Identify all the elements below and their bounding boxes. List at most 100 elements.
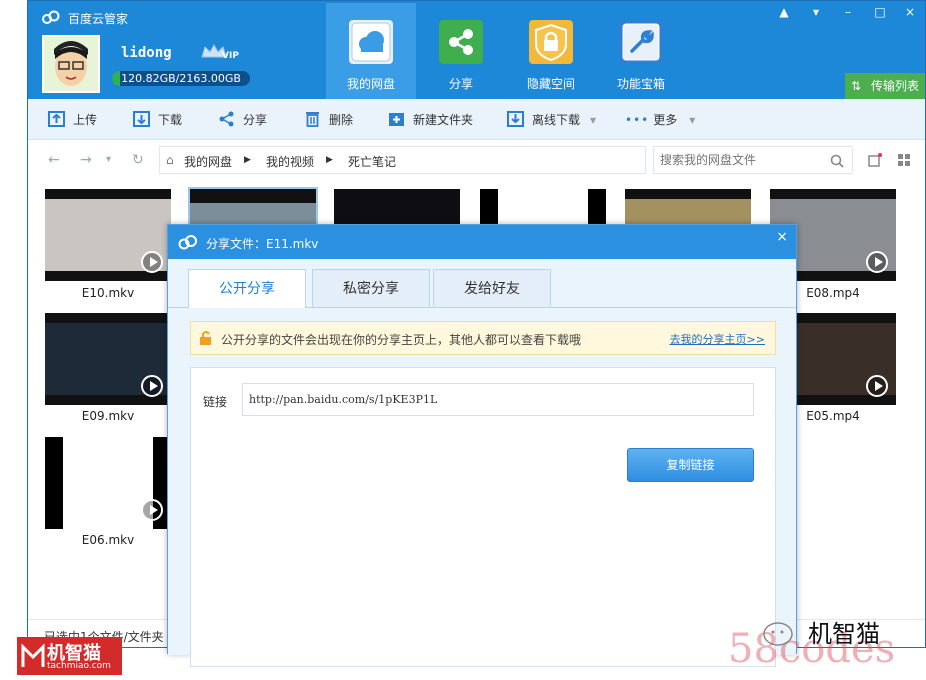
breadcrumb-item[interactable]: 死亡笔记	[348, 153, 396, 170]
upload-label: 上传	[73, 113, 98, 127]
brand-cat-icon	[21, 643, 45, 667]
breadcrumb-separator-icon: ▶	[326, 155, 333, 165]
new-folder-button[interactable]: 新建文件夹	[388, 111, 473, 129]
play-icon[interactable]	[141, 375, 163, 397]
file-thumbnail[interactable]	[45, 437, 171, 529]
vip-crown-icon: VIP	[201, 43, 239, 61]
nav-my-disk[interactable]: 我的网盘	[326, 3, 416, 99]
upload-button[interactable]: 上传	[48, 111, 97, 129]
play-icon[interactable]	[141, 251, 163, 273]
refresh-icon[interactable]: ↻	[132, 152, 144, 168]
forward-icon[interactable]: →	[80, 152, 92, 168]
menu-button[interactable]: ▾	[801, 2, 831, 22]
nav-label: 我的网盘	[346, 77, 395, 91]
nav-label: 功能宝箱	[616, 77, 665, 91]
delete-button[interactable]: 删除	[304, 111, 353, 129]
wrench-icon	[619, 20, 663, 64]
offline-download-button[interactable]: 离线下载 ▾	[507, 111, 596, 129]
more-button[interactable]: ••• 更多 ▾	[625, 111, 695, 129]
list-view-icon[interactable]	[868, 153, 882, 167]
play-icon[interactable]	[866, 375, 888, 397]
share-label: 分享	[243, 113, 268, 127]
breadcrumb-item[interactable]: 我的网盘	[184, 153, 232, 170]
offline-download-icon	[507, 111, 524, 127]
breadcrumb: ⌂ 我的网盘 ▶ 我的视频 ▶ 死亡笔记	[159, 146, 646, 174]
grid-view-icon[interactable]	[897, 153, 911, 167]
cloud-icon	[349, 20, 393, 64]
history-dropdown-icon[interactable]: ▾	[106, 154, 111, 165]
tab-public-share[interactable]: 公开分享	[188, 269, 306, 308]
quota-text: 120.82GB/2163.00GB	[121, 72, 241, 85]
chevron-down-icon: ▾	[590, 113, 597, 127]
wechat-icon	[763, 622, 793, 646]
file-name: E09.mkv	[81, 409, 135, 423]
transfer-icon: ⇅	[851, 79, 862, 93]
link-panel: 链接 http://pan.baidu.com/s/1pKE3P1L 复制链接	[190, 367, 776, 667]
transfer-list-button[interactable]: ⇅ 传输列表	[845, 73, 925, 99]
minimize-button[interactable]: –	[833, 2, 863, 22]
file-name: E06.mkv	[81, 533, 135, 547]
share-dialog: 分享文件：E11.mkv × 公开分享 私密分享 发给好友 公开分享的文件会出现…	[167, 224, 797, 667]
chevron-down-icon: ▾	[689, 113, 696, 127]
username: lidong	[121, 45, 172, 61]
dialog-close-button[interactable]: ×	[776, 229, 788, 245]
play-icon[interactable]	[866, 251, 888, 273]
lock-icon	[529, 20, 573, 64]
avatar[interactable]	[42, 35, 100, 93]
file-thumbnail[interactable]	[45, 313, 171, 405]
public-share-notice: 公开分享的文件会出现在你的分享主页上，其他人都可以查看下载哦 去我的分享主页>>	[190, 321, 776, 355]
watermark-jizhimao: 机智猫	[808, 620, 880, 648]
more-label: 更多	[653, 113, 678, 127]
share-link-value: http://pan.baidu.com/s/1pKE3P1L	[249, 393, 438, 406]
share-link-field[interactable]: http://pan.baidu.com/s/1pKE3P1L	[242, 383, 754, 416]
search-input[interactable]	[660, 152, 820, 168]
quota-bar: 120.82GB/2163.00GB	[112, 71, 250, 86]
trash-icon	[306, 112, 319, 127]
home-icon: ⌂	[166, 153, 174, 167]
download-button[interactable]: 下载	[133, 111, 182, 129]
nav-hidden-space[interactable]: 隐藏空间	[506, 3, 596, 99]
offline-download-label: 离线下载	[532, 113, 581, 127]
my-share-page-link[interactable]: 去我的分享主页>>	[670, 331, 765, 347]
share-icon	[219, 111, 234, 127]
notification-button[interactable]: ▲	[769, 2, 799, 22]
dialog-title-bar: 分享文件：E11.mkv ×	[168, 225, 796, 259]
close-button[interactable]: ×	[895, 2, 925, 22]
nav-share[interactable]: 分享	[416, 3, 506, 99]
tab-private-share[interactable]: 私密分享	[312, 269, 430, 307]
cloud-logo-icon	[42, 10, 60, 24]
search-icon[interactable]	[830, 154, 844, 168]
video-frame	[63, 437, 153, 529]
new-folder-icon	[389, 113, 404, 126]
file-thumbnail[interactable]	[45, 189, 171, 281]
nav-label: 隐藏空间	[526, 77, 575, 91]
breadcrumb-separator-icon: ▶	[244, 155, 251, 165]
svg-text:VIP: VIP	[222, 51, 239, 61]
play-icon[interactable]	[141, 499, 163, 521]
new-folder-label: 新建文件夹	[413, 113, 474, 127]
notice-text: 公开分享的文件会出现在你的分享主页上，其他人都可以查看下载哦	[221, 333, 582, 347]
link-label: 链接	[203, 395, 228, 409]
download-label: 下载	[158, 113, 183, 127]
maximize-button[interactable]: □	[865, 2, 895, 22]
share-button[interactable]: 分享	[218, 111, 267, 129]
avatar-face-icon	[44, 37, 98, 91]
file-name: E10.mkv	[81, 286, 135, 300]
unlock-icon	[200, 331, 211, 345]
delete-label: 删除	[329, 113, 354, 127]
tab-send-to-friend[interactable]: 发给好友	[433, 269, 551, 307]
copy-link-button[interactable]: 复制链接	[627, 448, 754, 482]
address-bar: ← → ▾ ↻ ⌂ 我的网盘 ▶ 我的视频 ▶ 死亡笔记	[28, 141, 925, 179]
title-bar: 百度云管家 lidong VIP 120.82GB/2163.00GB 我的网盘…	[28, 1, 925, 99]
nav-toolbox[interactable]: 功能宝箱	[596, 3, 686, 99]
search-box	[653, 146, 853, 174]
app-title: 百度云管家	[68, 12, 129, 26]
back-icon[interactable]: ←	[48, 152, 60, 168]
nav-label: 分享	[448, 77, 473, 91]
brand-subtitle: tachmiao.com	[47, 661, 111, 671]
cloud-logo-icon	[178, 235, 197, 250]
toolbar: 上传 下载 分享 删除 新建文件夹 离线下载 ▾ ••• 更多 ▾	[28, 99, 925, 140]
breadcrumb-item[interactable]: 我的视频	[266, 153, 314, 170]
download-icon	[133, 111, 150, 127]
dialog-body: 公开分享 私密分享 发给好友 公开分享的文件会出现在你的分享主页上，其他人都可以…	[168, 259, 796, 667]
